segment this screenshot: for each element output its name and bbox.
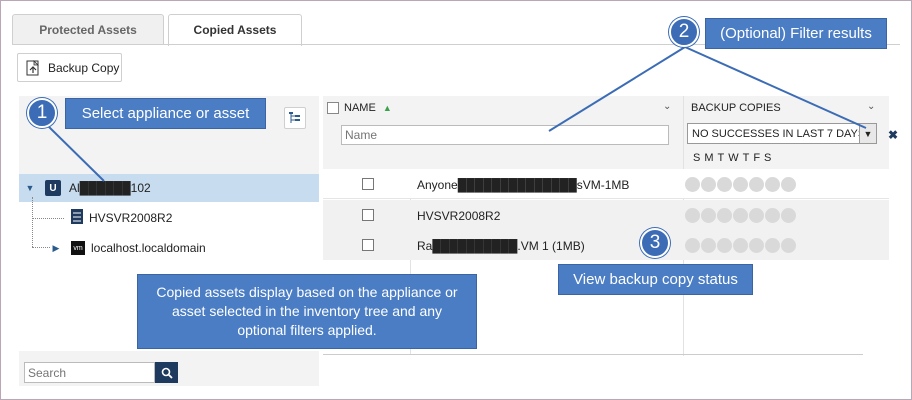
status-dot (749, 238, 764, 253)
status-dot (765, 238, 780, 253)
annotation-badge-3: 3 (640, 228, 670, 258)
backup-copy-icon (26, 59, 39, 75)
name-filter-input[interactable] (341, 125, 669, 145)
backup-status-dots (685, 177, 796, 192)
tree-item-label: localhost.localdomain (91, 241, 206, 255)
chevron-down-icon: ▼ (863, 128, 873, 139)
status-dot (717, 177, 732, 192)
tab-protected-assets[interactable]: Protected Assets (12, 14, 164, 45)
status-dot (733, 208, 748, 223)
server-icon (71, 209, 83, 227)
status-dot (765, 177, 780, 192)
search-button[interactable] (155, 362, 178, 383)
status-dot (733, 238, 748, 253)
tree-item-label: HVSVR2008R2 (89, 211, 173, 225)
chevron-down-icon[interactable]: ⌄ (663, 101, 671, 112)
backup-copy-button[interactable]: Backup Copy (17, 53, 122, 82)
backup-copies-column-header[interactable]: BACKUP COPIES (691, 102, 781, 114)
callout-copied-assets-info: Copied assets display based on the appli… (137, 274, 477, 349)
select-all-checkbox[interactable] (327, 102, 339, 114)
status-dot (765, 208, 780, 223)
tree-item-hvsvr[interactable]: HVSVR2008R2 (19, 204, 319, 232)
status-dot (685, 208, 700, 223)
vmware-icon: vm (71, 241, 85, 255)
tab-copied-assets[interactable]: Copied Assets (168, 14, 302, 46)
search-input[interactable] (24, 362, 155, 383)
status-dot (685, 177, 700, 192)
expand-triangle-icon[interactable]: ▶ (49, 241, 63, 255)
asset-name: Anyone██████████████sVM-1MB (417, 178, 630, 192)
asset-name: HVSVR2008R2 (417, 209, 501, 223)
status-dot (685, 238, 700, 253)
tree-item-localhost[interactable]: ▶ vm localhost.localdomain (19, 234, 319, 262)
row-checkbox[interactable] (362, 178, 374, 190)
inventory-search (24, 362, 178, 383)
annotation-badge-2: 2 (669, 17, 699, 47)
row-checkbox[interactable] (362, 239, 374, 251)
table-row[interactable]: Anyone██████████████sVM-1MB (323, 169, 889, 199)
status-dot (733, 177, 748, 192)
status-dot (749, 177, 764, 192)
callout-filter-results: (Optional) Filter results (705, 18, 887, 49)
annotation-badge-1: 1 (27, 98, 57, 128)
window-frame: Protected Assets Copied Assets Backup Co… (0, 0, 912, 400)
backup-copy-label: Backup Copy (48, 60, 120, 75)
status-dot (781, 238, 796, 253)
appliance-icon: U (45, 180, 61, 196)
weekday-labels: SMTWTFS (693, 152, 776, 164)
backup-status-dots (685, 238, 796, 253)
status-dot (701, 208, 716, 223)
status-dot (717, 238, 732, 253)
name-column-header[interactable]: NAME ▲ (344, 102, 392, 114)
callout-backup-status: View backup copy status (558, 264, 753, 295)
backup-copies-filter-select[interactable]: NO SUCCESSES IN LAST 7 DAYS (687, 123, 877, 144)
backup-status-dots (685, 208, 796, 223)
tree-structure-icon (289, 112, 300, 123)
asset-name: Ra██████████.VM 1 (1MB) (417, 239, 585, 253)
table-row[interactable]: HVSVR2008R2 (323, 200, 889, 230)
tree-collapse-button[interactable] (284, 107, 306, 129)
grid-footer-line (323, 354, 863, 355)
status-dot (781, 177, 796, 192)
tree-item-label: Al██████102 (69, 181, 151, 195)
sort-ascending-icon: ▲ (382, 103, 392, 113)
expand-triangle-icon[interactable]: ▼ (23, 181, 37, 195)
clear-filter-icon[interactable]: ✖ (888, 128, 898, 142)
status-dot (701, 177, 716, 192)
status-dot (749, 208, 764, 223)
status-dot (717, 208, 732, 223)
row-checkbox[interactable] (362, 209, 374, 221)
search-icon (161, 367, 173, 379)
callout-select-appliance: Select appliance or asset (65, 98, 266, 129)
table-row[interactable]: Ra██████████.VM 1 (1MB) (323, 230, 889, 260)
tree-item-appliance[interactable]: ▼ U Al██████102 (19, 174, 319, 202)
status-dot (781, 208, 796, 223)
dropdown-button[interactable]: ▼ (859, 124, 876, 143)
chevron-down-icon[interactable]: ⌄ (867, 101, 875, 112)
status-dot (701, 238, 716, 253)
